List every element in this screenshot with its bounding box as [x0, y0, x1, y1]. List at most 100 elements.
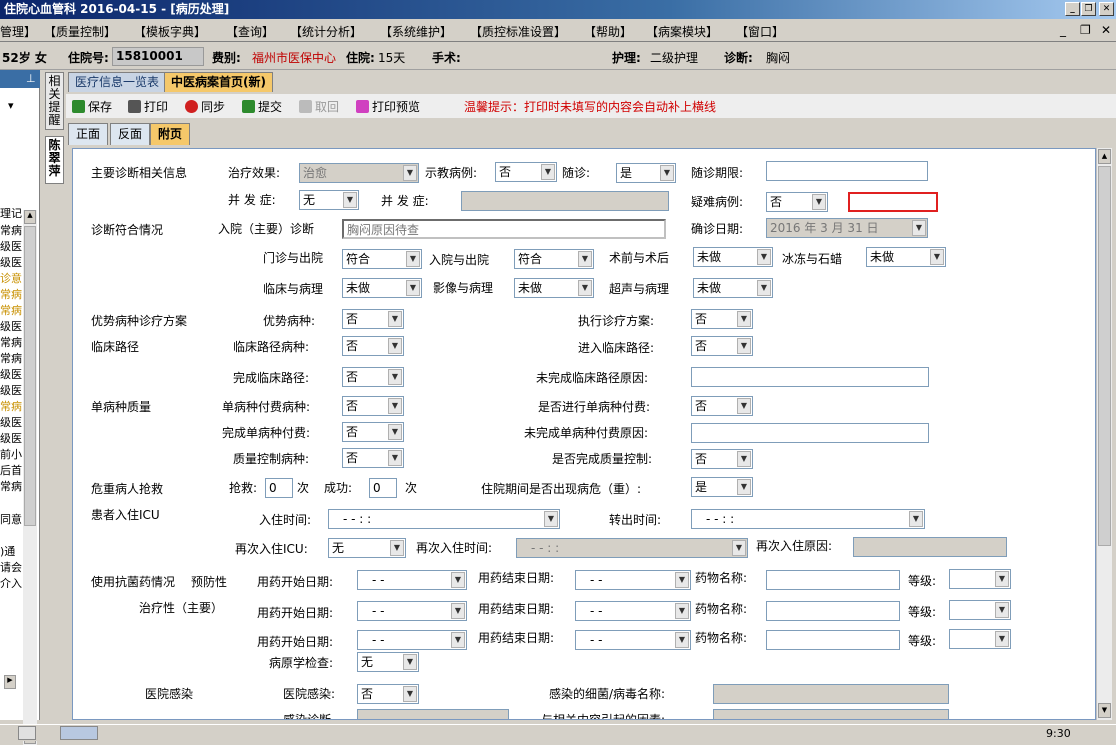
pathogen-select[interactable]: 无 ▼ [357, 652, 419, 672]
mdi-minimize-icon[interactable]: _ [1060, 23, 1066, 37]
undone-clinical-path-input[interactable] [691, 367, 929, 387]
outpatient-discharge-select[interactable]: 符合 ▼ [342, 249, 422, 269]
side-tab-user[interactable]: 陈翠萍 [45, 136, 64, 184]
menu-template[interactable]: 【模板字典】 [134, 23, 206, 40]
form-scrollbar[interactable]: ▲ ▼ [1096, 148, 1112, 720]
patient-list-item[interactable]: 级医 [0, 318, 22, 334]
patient-list-item[interactable]: 后首 [0, 462, 22, 478]
scroll-thumb[interactable] [24, 226, 36, 526]
admit-discharge-select[interactable]: 符合 ▼ [514, 249, 594, 269]
menu-record-module[interactable]: 【病案模块】 [646, 23, 718, 40]
side-tab-reminders[interactable]: 相关提醒 [45, 72, 64, 130]
patient-list-item[interactable]: 请会 [0, 559, 22, 575]
grade-select[interactable]: ▼ [949, 629, 1011, 649]
menu-query[interactable]: 【查询】 [226, 23, 274, 40]
sync-button[interactable]: 同步 [185, 98, 225, 115]
success-count-input[interactable]: 0 [369, 478, 397, 498]
grade-select[interactable]: ▼ [949, 569, 1011, 589]
taskbar-window-button[interactable] [60, 726, 98, 740]
ultrasound-pathology-select[interactable]: 未做 ▼ [693, 278, 773, 298]
rescue-count-input[interactable]: 0 [265, 478, 293, 498]
grade-select[interactable]: ▼ [949, 600, 1011, 620]
qc-done-select[interactable]: 否 ▼ [691, 449, 753, 469]
followup-select[interactable]: 是 ▼ [616, 163, 676, 183]
panel-scrollbar[interactable]: ▲ ▼ [23, 210, 37, 745]
complication-detail-input[interactable] [461, 191, 669, 211]
minimize-icon[interactable]: _ [1065, 2, 1080, 16]
withdraw-button[interactable]: 取回 [299, 98, 339, 115]
single-fee-undone-input[interactable] [691, 423, 929, 443]
panel-dropdown[interactable]: ▾ [0, 96, 36, 116]
patient-list-item[interactable]: 前小 [0, 446, 22, 462]
infection-diagnosis-input[interactable] [357, 709, 509, 719]
enter-clinical-path-select[interactable]: 否 ▼ [691, 336, 753, 356]
patient-list-item[interactable]: 常病 [0, 302, 22, 318]
patient-list-item[interactable]: 级医 [0, 430, 22, 446]
imaging-pathology-select[interactable]: 未做 ▼ [514, 278, 594, 298]
frozen-paraffin-select[interactable]: 未做 ▼ [866, 247, 946, 267]
patient-list-item[interactable]: 常病 [0, 478, 22, 494]
taskbar-app-icon[interactable] [18, 726, 36, 740]
tab-front[interactable]: 正面 [68, 123, 109, 145]
menu-window[interactable]: 【窗口】 [736, 23, 784, 40]
single-fee-do-select[interactable]: 否 ▼ [691, 396, 753, 416]
scroll-up-icon[interactable]: ▲ [24, 210, 36, 224]
single-fee-done-select[interactable]: 否 ▼ [342, 422, 404, 442]
patient-list-item[interactable]: 同意 [0, 511, 22, 527]
qc-disease-select[interactable]: 否 ▼ [342, 448, 404, 468]
scroll-down-icon[interactable]: ▼ [1098, 703, 1111, 718]
restore-icon[interactable]: ❐ [1081, 2, 1096, 16]
save-button[interactable]: 保存 [72, 98, 112, 115]
single-fee-disease-select[interactable]: 否 ▼ [342, 396, 404, 416]
tab-back[interactable]: 反面 [110, 123, 151, 145]
mdi-restore-icon[interactable]: ❐ [1080, 23, 1091, 37]
treatment-effect-select[interactable]: 治愈 ▼ [299, 163, 419, 183]
patient-list-item[interactable]: 级医 [0, 414, 22, 430]
patient-list-item[interactable]: )通 [0, 543, 22, 559]
drug-end-picker[interactable]: - - ▼ [575, 630, 691, 650]
icu-readmit-select[interactable]: 无 ▼ [328, 538, 406, 558]
submit-button[interactable]: 提交 [242, 98, 282, 115]
exec-plan-select[interactable]: 否 ▼ [691, 309, 753, 329]
pin-icon[interactable]: ⊥ [26, 70, 36, 88]
clinical-path-disease-select[interactable]: 否 ▼ [342, 336, 404, 356]
icu-out-picker[interactable]: - - : : ▼ [691, 509, 925, 529]
difficult-case-detail-input[interactable] [848, 192, 938, 212]
patient-list-item[interactable]: 常病 [0, 350, 22, 366]
patient-list-item[interactable]: 常病 [0, 334, 22, 350]
clinical-pathology-select[interactable]: 未做 ▼ [342, 278, 422, 298]
complication-select[interactable]: 无 ▼ [299, 190, 359, 210]
scroll-up-icon[interactable]: ▲ [1098, 149, 1111, 164]
mdi-close-icon[interactable]: ✕ [1101, 23, 1111, 37]
tab-medical-overview[interactable]: 医疗信息一览表 [68, 72, 167, 92]
icu-in-picker[interactable]: - - : : ▼ [328, 509, 560, 529]
patient-list-item[interactable]: 理记录 [0, 205, 22, 221]
confirm-date-picker[interactable]: 2016 年 3 月 31 日 ▼ [766, 218, 928, 238]
drug-start-picker[interactable]: - - ▼ [357, 601, 467, 621]
scroll-right-icon[interactable]: ▶ [4, 675, 16, 689]
patient-list-item[interactable]: 常病 [0, 222, 22, 238]
admit-diagnosis-input[interactable]: 胸闷原因待查 [342, 219, 666, 239]
advantage-disease-select[interactable]: 否 ▼ [342, 309, 404, 329]
menu-help[interactable]: 【帮助】 [584, 23, 632, 40]
icu-readmit-time-picker[interactable]: - - : : ▼ [516, 538, 748, 558]
menu-qc-standard[interactable]: 【质控标准设置】 [470, 23, 566, 40]
patient-list-item[interactable]: 级医 [0, 366, 22, 382]
patient-list-item[interactable]: 介入 [0, 575, 22, 591]
patient-list-item[interactable]: 常病 [0, 398, 22, 414]
menu-manage[interactable]: 管理】 [0, 23, 36, 40]
drug-start-picker[interactable]: - - ▼ [357, 570, 467, 590]
drug-name-input[interactable] [766, 570, 900, 590]
menu-quality[interactable]: 【质量控制】 [44, 23, 116, 40]
patient-list-item[interactable]: 级医 [0, 382, 22, 398]
menu-system[interactable]: 【系统维护】 [380, 23, 452, 40]
drug-end-picker[interactable]: - - ▼ [575, 601, 691, 621]
close-icon[interactable]: ✕ [1099, 2, 1114, 16]
patient-list-item[interactable]: 级医 [0, 254, 22, 270]
pre-post-op-select[interactable]: 未做 ▼ [693, 247, 773, 267]
bacteria-name-input[interactable] [713, 684, 949, 704]
followup-period-input[interactable] [766, 161, 928, 181]
done-clinical-path-select[interactable]: 否 ▼ [342, 367, 404, 387]
drug-start-picker[interactable]: - - ▼ [357, 630, 467, 650]
drug-name-input[interactable] [766, 601, 900, 621]
